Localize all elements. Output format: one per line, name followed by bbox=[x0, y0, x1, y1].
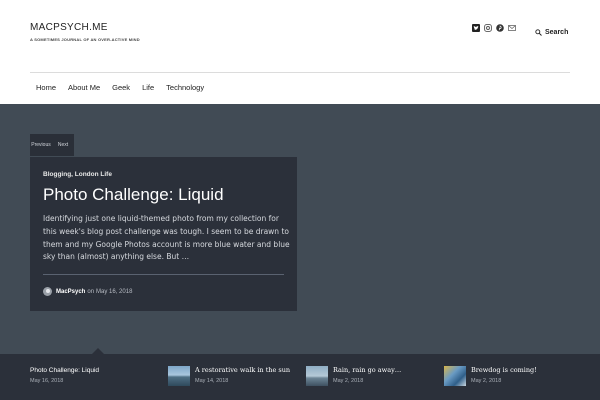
slider-previous-button[interactable]: Previous bbox=[30, 134, 52, 156]
post-title[interactable]: Photo Challenge: Liquid bbox=[43, 185, 224, 205]
search-icon bbox=[535, 23, 542, 41]
strip-item[interactable]: A restorative walk in the sun May 14, 20… bbox=[168, 366, 290, 386]
strip-item-title: Brewdog is coming! bbox=[471, 366, 537, 374]
site-title[interactable]: MACPSYCH.ME bbox=[30, 22, 108, 33]
post-excerpt: Identifying just one liquid-themed photo… bbox=[43, 214, 290, 262]
post-author[interactable]: MacPsych bbox=[56, 289, 85, 295]
featured-post-card: Blogging, London Life Photo Challenge: L… bbox=[30, 157, 297, 311]
post-date-prefix: on bbox=[87, 288, 95, 295]
strip-item-date: May 16, 2018 bbox=[30, 378, 64, 384]
search-label: Search bbox=[545, 28, 569, 36]
nav-item-about-me[interactable]: About Me bbox=[62, 82, 106, 94]
instagram-icon[interactable] bbox=[484, 24, 492, 32]
nav-item-life[interactable]: Life bbox=[136, 82, 160, 94]
strip-item-title: Photo Challenge: Liquid bbox=[30, 367, 100, 374]
site-header: MACPSYCH.ME A SOMETIMES JOURNAL OF AN OV… bbox=[0, 0, 600, 104]
nav-item-geek[interactable]: Geek bbox=[106, 82, 136, 94]
social-links bbox=[472, 24, 520, 32]
strip-item-thumbnail bbox=[306, 366, 328, 386]
nav-item-home[interactable]: Home bbox=[30, 82, 62, 94]
strip-item-thumbnail bbox=[444, 366, 466, 386]
site-tagline: A SOMETIMES JOURNAL OF AN OVER-ACTIVE MI… bbox=[30, 37, 140, 42]
email-icon[interactable] bbox=[508, 24, 516, 32]
strip-item-date: May 2, 2018 bbox=[471, 378, 502, 384]
avatar bbox=[43, 287, 52, 296]
strip-item-title: A restorative walk in the sun bbox=[195, 366, 291, 374]
strip-item-thumbnail bbox=[168, 366, 190, 386]
strip-item[interactable]: Photo Challenge: Liquid May 16, 2018 bbox=[30, 366, 99, 384]
twitter-icon[interactable] bbox=[472, 24, 480, 32]
search-button[interactable]: Search bbox=[535, 23, 568, 41]
strip-item[interactable]: Rain, rain go away… May 2, 2018 bbox=[306, 366, 401, 386]
strip-item[interactable]: Brewdog is coming! May 2, 2018 bbox=[444, 366, 537, 386]
post-meta: MacPsych on May 16, 2018 bbox=[43, 287, 132, 296]
active-post-pointer bbox=[92, 348, 104, 354]
pinterest-icon[interactable] bbox=[496, 24, 504, 32]
strip-item-date: May 2, 2018 bbox=[333, 378, 364, 384]
strip-item-date: May 14, 2018 bbox=[195, 378, 229, 384]
header-divider bbox=[30, 72, 570, 73]
post-date: May 16, 2018 bbox=[96, 288, 133, 295]
slider-nav: Previous Next bbox=[30, 134, 74, 156]
card-divider bbox=[43, 274, 284, 275]
strip-item-title: Rain, rain go away… bbox=[333, 366, 402, 374]
main-nav: Home About Me Geek Life Technology bbox=[30, 82, 210, 94]
nav-item-technology[interactable]: Technology bbox=[160, 82, 210, 94]
slider-next-button[interactable]: Next bbox=[52, 134, 74, 156]
post-categories[interactable]: Blogging, London Life bbox=[43, 171, 112, 178]
